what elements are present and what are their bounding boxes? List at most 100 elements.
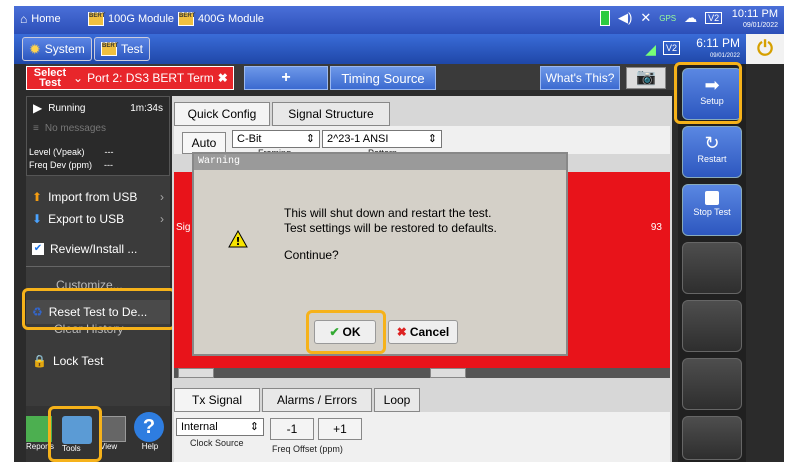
close-icon[interactable]: ✖ [218,71,228,85]
import-usb-item[interactable]: ⬆ Import from USB › [26,190,170,204]
checkbox-icon: ✔ [32,243,44,255]
help-icon: ? [134,412,164,442]
restart-button[interactable]: ↻ Restart [682,126,742,178]
timing-source-label: Timing Source [341,70,425,86]
elapsed-time: 1m:34s [130,102,163,114]
level-value: --- [104,147,114,157]
empty-action-1 [682,242,742,294]
cancel-label: Cancel [409,325,450,339]
empty-action-4 [682,416,742,460]
dialog-title: Warning [194,154,566,170]
module-tab-100g[interactable]: BERT 100G Module [88,12,174,26]
lock-test-item[interactable]: 🔒 Lock Test [26,354,170,368]
camera-button[interactable]: 📷 [626,67,666,89]
alarms-label: Alarms / Errors [276,393,357,407]
help-label: Help [141,442,159,451]
stop-test-button[interactable]: Stop Test [682,184,742,236]
power-button[interactable]: ⏻ [746,34,784,64]
v2-badge: V2 [662,41,680,55]
home-icon: ⌂ [20,12,28,26]
tab-tx-signal[interactable]: Tx Signal [174,388,260,412]
clock-time: 10:11 PM [731,8,778,20]
splitter-handle-left[interactable] [178,368,214,378]
local-clock: 6:11 PM 09/01/2022 [696,37,740,63]
system-bar: ✹ System BERT Test ◢ V2 6:11 PM 09/01/20… [14,34,784,64]
home-label: Home [31,13,61,25]
status-icons: ◀) ✕ GPS ☁ V2 [600,10,723,26]
module-tab-400g[interactable]: BERT 400G Module [178,12,264,26]
divider [26,266,170,267]
bert-icon: BERT [88,12,105,26]
tab-quick-config[interactable]: Quick Config [174,102,270,126]
gps-icon: GPS [659,13,677,23]
gear-icon: ✹ [29,40,41,57]
tab-quick-label: Quick Config [187,107,257,121]
warning-icon: ! [228,229,248,248]
battery-icon [600,10,610,26]
export-label: Export to USB [48,212,125,226]
empty-action-3 [682,358,742,410]
tab-signal-structure[interactable]: Signal Structure [272,102,390,126]
cancel-button[interactable]: ✖ Cancel [388,320,458,344]
tools-highlight [48,406,102,462]
message-line-3: Continue? [284,248,339,262]
reset-highlight [22,288,176,330]
pattern-select[interactable]: 2^23-1 ANSI ⇕ [322,130,442,148]
export-usb-item[interactable]: ⬇ Export to USB › [26,212,170,226]
freq-row: Freq Dev (ppm) --- [27,160,171,170]
usb-export-icon: ⬇ [32,212,43,226]
auto-button[interactable]: Auto [182,132,226,154]
select-test-label: Select Test [33,67,67,89]
running-label: Running [48,102,86,114]
messages-status: ≡ No messages [27,123,171,134]
restart-label: Restart [697,154,727,164]
framing-select[interactable]: C-Bit ⇕ [232,130,320,148]
svg-text:!: ! [235,235,240,248]
home-button[interactable]: ⌂ Home [20,12,61,26]
select-test-tab[interactable]: Select Test ⌄ Port 2: DS3 BERT Term ✖ [26,66,234,90]
restart-icon: ↻ [704,133,720,153]
bert-icon: BERT [178,12,195,26]
test-button[interactable]: BERT Test [94,37,151,61]
timing-source-tab[interactable]: Timing Source [330,66,436,90]
import-label: Import from USB [48,190,138,204]
lock-label: Lock Test [52,354,104,368]
local-time: 6:11 PM [696,36,740,50]
freq-value: --- [104,160,114,170]
review-install-item[interactable]: ✔ Review/Install ... [26,242,170,256]
play-icon: ▶ [33,101,43,115]
clock-source-select[interactable]: Internal ⇕ [176,418,264,436]
system-button[interactable]: ✹ System [22,37,92,61]
cloud-icon: ☁ [684,10,698,25]
tab-alarms-errors[interactable]: Alarms / Errors [262,388,372,412]
message-line-2: Test settings will be restored to defaul… [284,221,497,235]
dialog-message: This will shut down and restart the test… [284,206,497,263]
running-status: ▶ Running 1m:34s [27,101,171,115]
stop-label: Stop Test [693,207,731,217]
stop-icon [705,191,719,205]
updown-icon: ⇕ [305,133,315,145]
splitter-handle-right[interactable] [430,368,466,378]
dock-help[interactable]: ? Help [134,412,166,452]
framing-value: C-Bit [237,133,262,145]
freq-plus-button[interactable]: +1 [318,418,362,440]
system-label: System [44,42,85,56]
clock-source-value: Internal [181,421,218,433]
whats-this-button[interactable]: What's This? [540,66,620,90]
port-label: Port 2: DS3 BERT Term [87,71,214,85]
speaker-icon: ◀) [618,10,633,25]
add-test-tab[interactable]: + [244,66,328,90]
tools-icon: ✕ [640,10,652,25]
signal-text: Sig [176,222,191,233]
split-bar [174,368,670,378]
dock-view[interactable]: View [100,416,128,452]
test-label: Test [121,42,144,56]
level-row: Level (Vpeak) --- [27,147,171,157]
test-tab-row: Select Test ⌄ Port 2: DS3 BERT Term ✖ + … [26,64,674,90]
bert-icon: BERT [101,42,118,56]
freq-minus-button[interactable]: -1 [270,418,314,440]
pattern-value: 2^23-1 ANSI [327,133,389,145]
auto-label: Auto [191,136,217,150]
add-label: + [281,69,291,86]
tab-loop[interactable]: Loop [374,388,420,412]
